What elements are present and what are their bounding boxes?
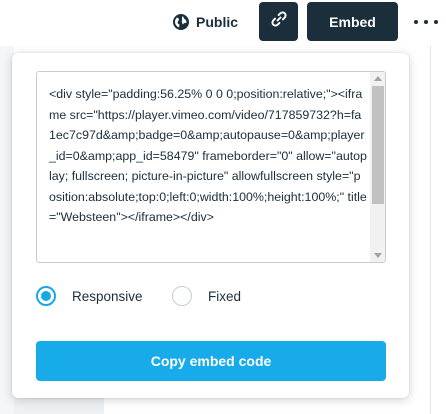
privacy-label: Public [196, 14, 239, 30]
copy-embed-code-button[interactable]: Copy embed code [36, 341, 386, 381]
scroll-thumb[interactable] [372, 86, 384, 204]
fixed-radio[interactable] [172, 286, 192, 306]
code-scrollbar[interactable] [370, 72, 385, 262]
responsive-radio-option[interactable]: Responsive [36, 286, 143, 306]
more-horizontal-icon [434, 20, 438, 24]
privacy-public-button[interactable]: Public [172, 10, 238, 34]
fixed-label: Fixed [208, 288, 242, 304]
fixed-radio-option[interactable]: Fixed [172, 286, 241, 306]
responsive-radio[interactable] [36, 286, 56, 306]
top-bar: Public Embed [0, 0, 446, 46]
more-options-button[interactable] [414, 14, 438, 30]
globe-icon [172, 13, 190, 31]
more-horizontal-icon [414, 20, 418, 24]
scroll-down-arrow-icon[interactable] [374, 253, 382, 258]
responsive-label: Responsive [72, 288, 143, 304]
background-divider [430, 46, 431, 414]
page: Public Embed <div style="padding:56.25% … [0, 0, 446, 414]
copy-link-button[interactable] [259, 2, 298, 41]
embed-code-text[interactable]: <div style="padding:56.25% 0 0 0;positio… [49, 84, 367, 228]
link-icon [270, 10, 288, 33]
more-horizontal-icon [424, 20, 428, 24]
embed-button[interactable]: Embed [307, 2, 398, 41]
scroll-up-arrow-icon[interactable] [374, 76, 382, 81]
embed-popover: <div style="padding:56.25% 0 0 0;positio… [12, 53, 409, 398]
embed-code-textarea[interactable]: <div style="padding:56.25% 0 0 0;positio… [36, 71, 386, 263]
